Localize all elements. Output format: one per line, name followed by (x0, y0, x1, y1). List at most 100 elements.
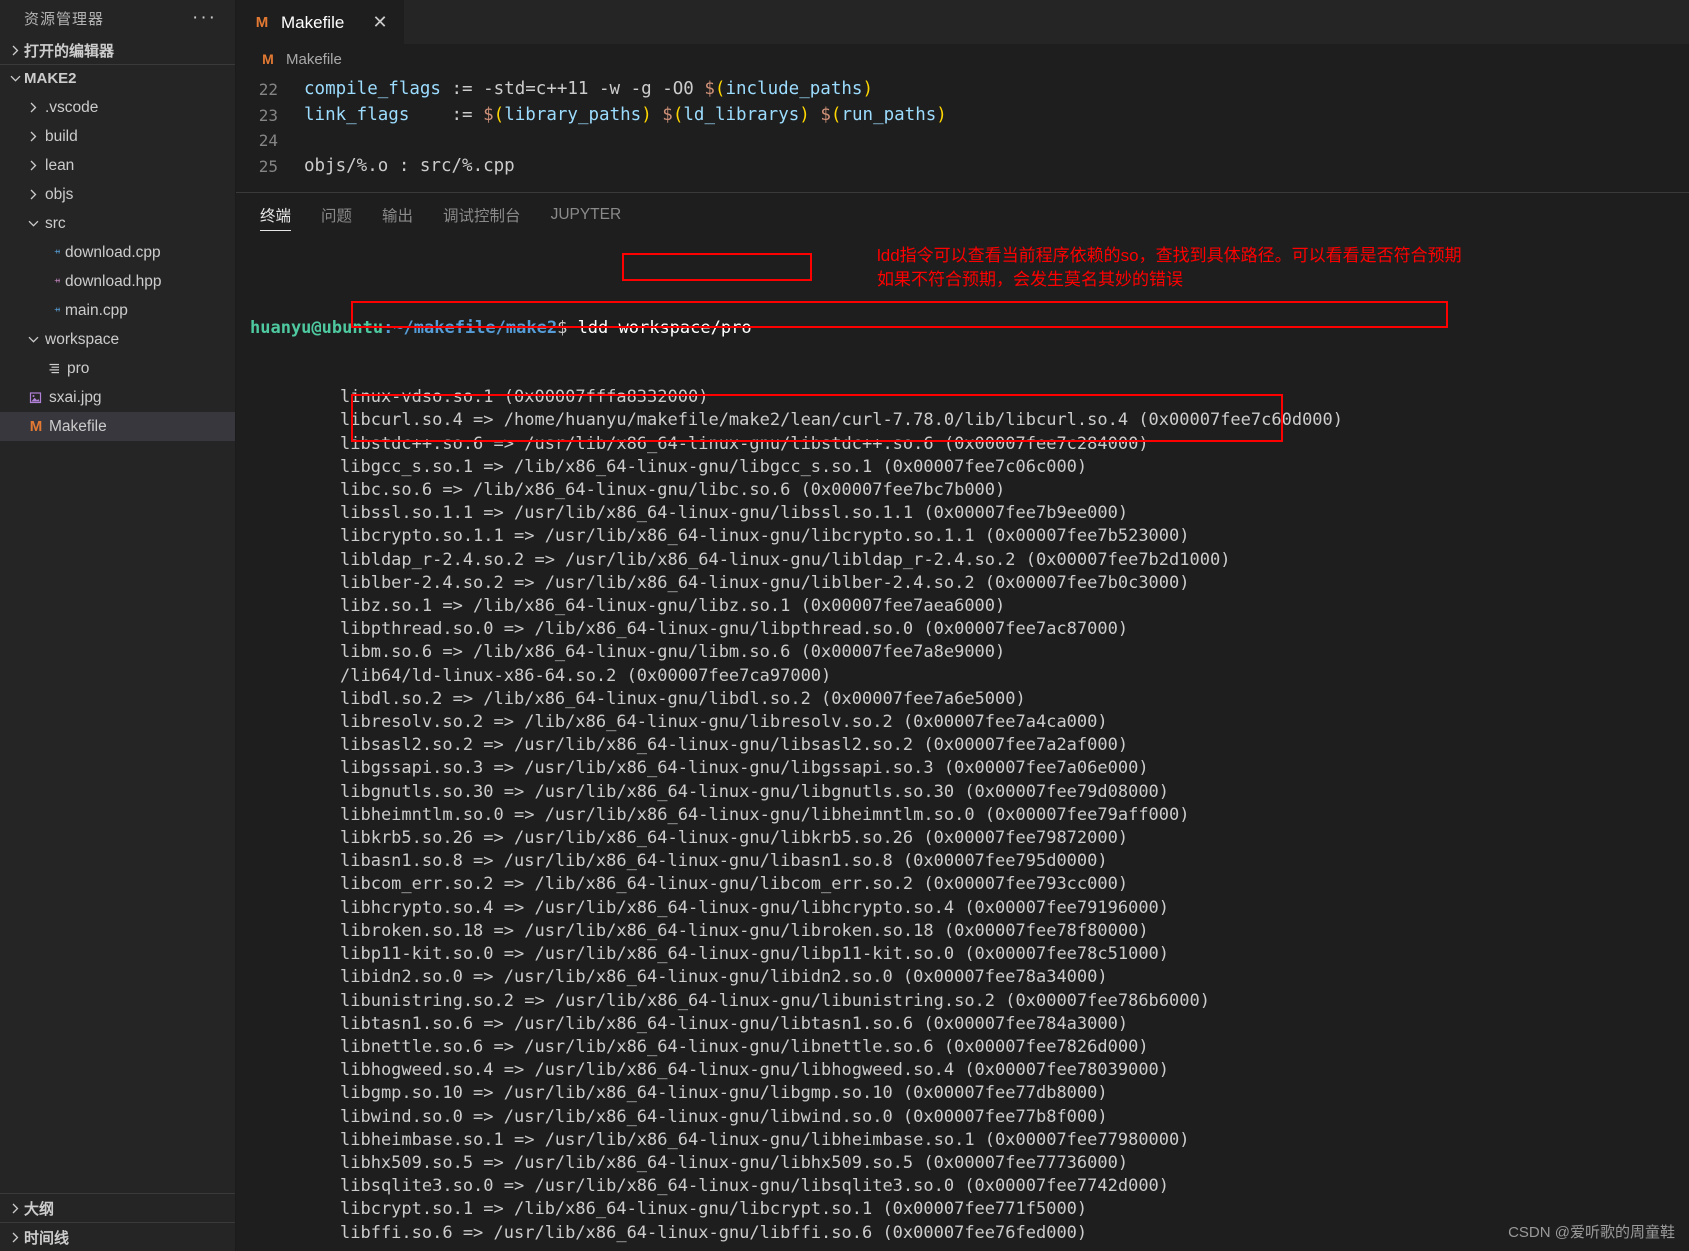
editor-tab-bar: M Makefile ✕ (236, 0, 1689, 44)
tab-makefile[interactable]: M Makefile ✕ (236, 0, 404, 44)
panel-tab-output[interactable]: 输出 (382, 193, 413, 237)
terminal-user: huanyu@ubuntu (250, 317, 384, 338)
terminal-ldd-lines: linux-vdso.so.1 (0x00007fffa8332000) libc… (250, 386, 1689, 1245)
cpp-file-icon: + + (42, 244, 62, 262)
tree-item-label: download.hpp (65, 272, 162, 290)
tree-item-label: .vscode (45, 98, 99, 116)
code-line: 23 link_flags := $(library_paths) $(ld_l… (236, 103, 1689, 129)
chevron-right-icon (24, 186, 42, 204)
line-number: 24 (258, 131, 278, 150)
tree-item-download-hpp[interactable]: + + download.hpp (0, 267, 235, 296)
terminal-line: /lib64/ld-linux-x86-64.so.2 (0x00007fee7… (340, 665, 832, 686)
terminal-line: libstdc++.so.6 => /usr/lib/x86_64-linux-… (340, 433, 1149, 454)
tree-item-src[interactable]: src (0, 209, 235, 238)
code-editor[interactable]: 22 compile_flags := -std=c++11 -w -g -O0… (236, 74, 1689, 192)
chevron-right-icon (24, 99, 42, 117)
code-line: 24 (236, 128, 1689, 154)
code-text: objs/%.o : src/%.cpp (304, 155, 515, 176)
tree-item-workspace[interactable]: workspace (0, 325, 235, 354)
terminal-line: linux-vdso.so.1 (0x00007fffa8332000) (340, 387, 709, 408)
tree-item-lean[interactable]: lean (0, 151, 235, 180)
tree-item-vscode[interactable]: .vscode (0, 93, 235, 122)
timeline-label: 时间线 (24, 1229, 70, 1247)
terminal-line: libidn2.so.0 => /usr/lib/x86_64-linux-gn… (340, 967, 1108, 988)
terminal-line: libldap_r-2.4.so.2 => /usr/lib/x86_64-li… (340, 549, 1231, 570)
tree-item-main-cpp[interactable]: + + main.cpp (0, 296, 235, 325)
terminal-line: libcom_err.so.2 => /lib/x86_64-linux-gnu… (340, 874, 1129, 895)
tree-item-label: download.cpp (65, 243, 161, 261)
terminal-line: libz.so.1 => /lib/x86_64-linux-gnu/libz.… (340, 596, 1006, 617)
terminal-line: libsasl2.so.2 => /usr/lib/x86_64-linux-g… (340, 735, 1129, 756)
code-line: 22 compile_flags := -std=c++11 -w -g -O0… (236, 77, 1689, 103)
panel-tab-terminal[interactable]: 终端 (260, 193, 292, 237)
terminal-line: libp11-kit.so.0 => /usr/lib/x86_64-linux… (340, 944, 1170, 965)
line-number: 23 (258, 105, 278, 125)
outline-section[interactable]: 大纲 (0, 1193, 235, 1222)
chevron-right-icon (6, 1228, 24, 1246)
terminal-line: libdl.so.2 => /lib/x86_64-linux-gnu/libd… (340, 688, 1026, 709)
terminal-line: libm.so.6 => /lib/x86_64-linux-gnu/libm.… (340, 642, 1006, 663)
terminal-line: libgmp.so.10 => /usr/lib/x86_64-linux-gn… (340, 1083, 1108, 1104)
tree-item-objs[interactable]: objs (0, 180, 235, 209)
tree-item-sxai-jpg[interactable]: sxai.jpg (0, 383, 235, 412)
code-text: compile_flags := -std=c++11 -w -g -O0 $(… (304, 79, 873, 99)
terminal-line: libheimbase.so.1 => /usr/lib/x86_64-linu… (340, 1129, 1190, 1150)
panel-tab-problems[interactable]: 问题 (321, 193, 352, 237)
tree-item-label: objs (45, 185, 74, 203)
timeline-section[interactable]: 时间线 (0, 1222, 235, 1251)
open-editors-section[interactable]: 打开的编辑器 (0, 36, 235, 64)
bottom-panel: 终端 问题 输出 调试控制台 JUPYTER huanyu@ubuntu:~/m… (236, 192, 1689, 1251)
tab-label: Makefile (281, 12, 345, 32)
terminal-line: libgcc_s.so.1 => /lib/x86_64-linux-gnu/l… (340, 456, 1088, 477)
terminal-line: libroken.so.18 => /usr/lib/x86_64-linux-… (340, 920, 1149, 941)
terminal-line: libhcrypto.so.4 => /usr/lib/x86_64-linux… (340, 897, 1170, 918)
image-file-icon (26, 389, 46, 407)
sidebar-bottom-sections: 大纲 时间线 (0, 1193, 235, 1251)
breadcrumb[interactable]: M Makefile (236, 44, 1689, 74)
terminal-line: libnettle.so.6 => /usr/lib/x86_64-linux-… (340, 1036, 1149, 1057)
open-editors-label: 打开的编辑器 (24, 42, 115, 60)
tree-item-download-cpp[interactable]: + + download.cpp (0, 238, 235, 267)
chevron-right-icon (6, 1199, 24, 1217)
terminal-line: libwind.so.0 => /usr/lib/x86_64-linux-gn… (340, 1106, 1108, 1127)
tree-item-build[interactable]: build (0, 122, 235, 151)
file-tree: .vscode build lean objs src + + download… (0, 92, 235, 441)
explorer-title: 资源管理器 (24, 10, 105, 28)
close-icon[interactable]: ✕ (370, 12, 390, 33)
tree-item-makefile[interactable]: M Makefile (0, 412, 235, 441)
tree-item-label: pro (67, 359, 90, 377)
terminal-line: libresolv.so.2 => /lib/x86_64-linux-gnu/… (340, 712, 1108, 733)
chevron-down-icon (24, 215, 42, 233)
tree-item-pro[interactable]: pro (0, 354, 235, 383)
watermark: CSDN @爱听歌的周童鞋 (1508, 1224, 1675, 1241)
tree-item-label: workspace (45, 330, 120, 348)
editor-area: M Makefile ✕ M Makefile 22 compile_flags… (236, 0, 1689, 1251)
tree-item-label: lean (45, 156, 75, 174)
tree-item-label: build (45, 127, 78, 145)
terminal-line: libhogweed.so.4 => /usr/lib/x86_64-linux… (340, 1060, 1170, 1081)
more-actions-icon[interactable]: ··· (192, 8, 217, 27)
terminal-output[interactable]: huanyu@ubuntu:~/makefile/make2$ ldd work… (236, 237, 1689, 1251)
terminal-line: libasn1.so.8 => /usr/lib/x86_64-linux-gn… (340, 851, 1108, 872)
terminal-line: libheimntlm.so.0 => /usr/lib/x86_64-linu… (340, 804, 1190, 825)
terminal-line: libcurl.so.4 => /home/huanyu/makefile/ma… (340, 410, 1344, 431)
project-section-make2[interactable]: MAKE2 (0, 64, 235, 92)
tree-item-label: main.cpp (65, 301, 128, 319)
binary-file-icon (44, 360, 64, 378)
terminal-line: libgssapi.so.3 => /usr/lib/x86_64-linux-… (340, 758, 1149, 779)
hpp-file-icon: + + (42, 273, 62, 291)
chevron-right-icon (6, 41, 24, 59)
tree-item-label: Makefile (49, 417, 107, 435)
terminal-path: :~/makefile/make2 (383, 317, 558, 338)
tree-item-label: sxai.jpg (49, 388, 102, 406)
terminal-command: ldd workspace/pro (577, 317, 752, 338)
terminal-line: libgnutls.so.30 => /usr/lib/x86_64-linux… (340, 781, 1170, 802)
explorer-sidebar: 资源管理器 ··· 打开的编辑器 MAKE2 .vscode build lea… (0, 0, 236, 1251)
cpp-file-icon: + + (42, 302, 62, 320)
terminal-line: libsqlite3.so.0 => /usr/lib/x86_64-linux… (340, 1176, 1170, 1197)
makefile-icon: M (29, 418, 43, 435)
panel-tab-jupyter[interactable]: JUPYTER (551, 193, 622, 237)
panel-tab-bar: 终端 问题 输出 调试控制台 JUPYTER (236, 193, 1689, 237)
code-text: link_flags := $(library_paths) $(ld_libr… (304, 104, 947, 125)
panel-tab-debug-console[interactable]: 调试控制台 (443, 193, 521, 237)
